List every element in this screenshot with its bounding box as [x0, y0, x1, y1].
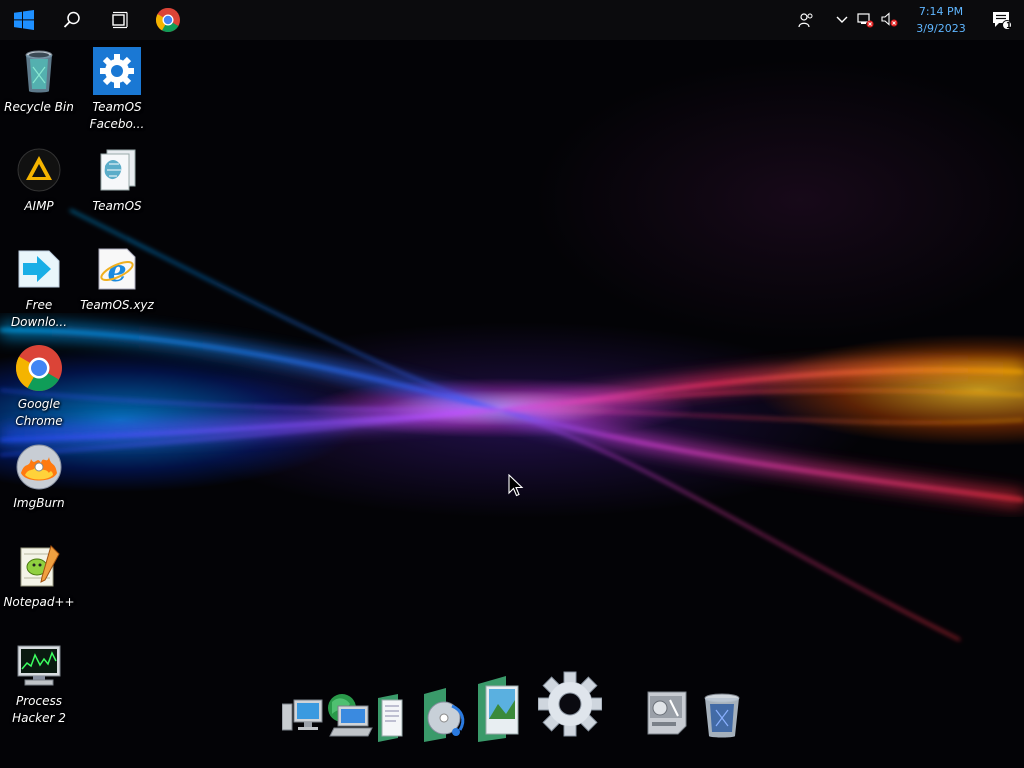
notepadpp-icon [20, 545, 60, 587]
clock-date: 3/9/2023 [916, 22, 966, 35]
desktop-icon-recycle-bin[interactable]: Recycle Bin [0, 47, 79, 116]
dock-item-control-panel[interactable] [642, 688, 692, 742]
control-panel-icon [647, 691, 687, 735]
taskbar-clock[interactable]: 7:14 PM 3/9/2023 [906, 3, 976, 37]
chrome-icon [16, 345, 62, 391]
recycle-bin-icon [25, 50, 53, 93]
music-icon [424, 688, 465, 742]
free-download-manager-icon [18, 250, 60, 288]
volume-muted-icon [881, 12, 898, 27]
dock-item-settings[interactable] [537, 668, 603, 744]
teamos-document-icon [100, 149, 136, 191]
mouse-cursor-icon [508, 474, 524, 497]
network-tray-button[interactable] [854, 0, 878, 40]
dock-item-recycle-bin[interactable] [702, 692, 742, 744]
people-button[interactable] [794, 0, 818, 40]
search-icon [63, 11, 80, 28]
aimp-icon [17, 148, 61, 192]
internet-explorer-icon: e [98, 248, 136, 290]
pictures-icon [478, 676, 519, 742]
svg-text:e: e [107, 254, 126, 289]
settings-gear-icon [537, 671, 603, 737]
desktop-icon-label: Free Downlo... [10, 298, 68, 329]
desktop-icon-label: Process Hacker 2 [12, 694, 66, 725]
desktop-icon-label: TeamOS Facebo... [89, 100, 145, 131]
desktop-icon-label: TeamOS [92, 199, 142, 213]
recycle-bin-icon [704, 693, 740, 738]
taskbar: 7:14 PM 3/9/2023 1 [0, 0, 1024, 40]
documents-icon [378, 694, 403, 742]
dock-item-network[interactable] [324, 692, 374, 742]
desktop-icon-notepad-plus-plus[interactable]: Notepad++ [0, 542, 79, 611]
chrome-icon [155, 7, 180, 33]
desktop-icon-teamos-xyz[interactable]: e TeamOS.xyz [77, 245, 157, 314]
dock-item-computer[interactable] [281, 696, 324, 740]
task-view-button[interactable] [96, 0, 144, 40]
desktop-icon-label: AIMP [24, 199, 54, 213]
show-hidden-icons-button[interactable] [830, 0, 854, 40]
desktop-icon-label: Recycle Bin [4, 100, 74, 114]
desktop-icon-teamos[interactable]: TeamOS [77, 146, 157, 215]
notification-count-badge: 1 [1006, 21, 1012, 30]
desktop-icon-label: Google Chrome [15, 397, 63, 428]
imgburn-icon [16, 444, 62, 490]
clock-time: 7:14 PM [918, 5, 964, 18]
search-button[interactable] [48, 0, 96, 40]
desktop-icon-free-download-manager[interactable]: Free Downlo... [0, 245, 79, 331]
start-button[interactable] [0, 0, 48, 40]
chevron-up-icon [836, 16, 848, 23]
computer-icon [281, 699, 323, 731]
dock-bar [280, 668, 750, 748]
process-hacker-icon [17, 645, 61, 686]
taskbar-chrome-button[interactable] [144, 0, 192, 40]
desktop-icon-aimp[interactable]: AIMP [0, 146, 79, 215]
desktop-icon-google-chrome[interactable]: Google Chrome [0, 344, 79, 430]
desktop-icon-teamos-facebook[interactable]: TeamOS Facebo... [77, 47, 157, 133]
people-icon [798, 13, 813, 28]
desktop-icon-label: TeamOS.xyz [80, 298, 154, 312]
desktop-icon-label: ImgBurn [13, 496, 65, 510]
desktop-icon-imgburn[interactable]: ImgBurn [0, 443, 79, 512]
dock-item-documents[interactable] [376, 694, 406, 746]
network-icon [328, 694, 373, 737]
desktop-icon-label: Notepad++ [3, 595, 75, 609]
windows-logo-icon [14, 10, 34, 30]
settings-gear-icon [93, 47, 141, 95]
task-view-icon [112, 11, 128, 29]
dock-item-pictures[interactable] [476, 676, 522, 746]
dock-item-music[interactable] [422, 688, 468, 746]
network-disconnected-icon [857, 13, 874, 28]
action-center-button[interactable]: 1 [980, 0, 1024, 40]
desktop-icon-process-hacker[interactable]: Process Hacker 2 [0, 641, 79, 727]
volume-tray-button[interactable] [878, 0, 902, 40]
